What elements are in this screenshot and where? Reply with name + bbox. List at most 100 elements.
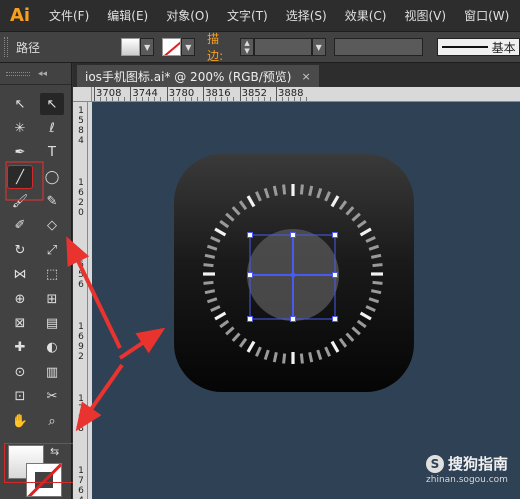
selection-tool[interactable]: ↖ (8, 93, 32, 115)
stroke-weight-spinner[interactable]: ▲ ▼ (240, 38, 254, 56)
brush-definition[interactable]: 基本 (436, 38, 520, 56)
ruler-minor-tick (124, 97, 125, 101)
sogou-logo-icon: S (425, 454, 444, 473)
brush-line-preview (441, 46, 488, 48)
ruler-minor-tick (160, 97, 162, 101)
menu-items: 文件(F) 编辑(E) 对象(O) 文字(T) 选择(S) 效果(C) 视图(V) 窗口(W) (40, 0, 518, 32)
artboard-canvas[interactable] (92, 102, 520, 499)
tools-panel-header[interactable]: ◂◂ (0, 63, 71, 85)
blob-brush-tool[interactable]: ✐ (8, 215, 32, 237)
close-tab-icon[interactable]: × (301, 70, 310, 83)
ruler-minor-tick (257, 97, 259, 101)
menu-item[interactable]: 编辑(E) (98, 0, 157, 32)
watermark: S 搜狗指南 zhinan.sogou.com (425, 453, 508, 485)
clock-tick (204, 253, 216, 259)
ellipse-tool[interactable]: ◯ (40, 166, 64, 188)
ruler-minor-tick (221, 97, 223, 101)
fill-dropdown-arrow[interactable]: ▼ (140, 38, 155, 56)
ruler-minor-tick (215, 97, 217, 101)
tools-panel: ◂◂ ↖ ↖ ✳ ℓ ✒ T ╱ ◯ 🖌 ✎ ✐ ◇ ↻ ⤢ ⋈ ⬚ ⊕ ⊞ ⊠ ▤ ✚ ◐ ⊙ ▥ ⊡ ✂ ✋ ⌕ ⇆ (0, 63, 74, 499)
menu-item[interactable]: 对象(O) (157, 0, 218, 32)
ruler-minor-tick (100, 97, 101, 101)
type-tool[interactable]: T (40, 142, 64, 164)
selection-handle[interactable] (247, 272, 253, 278)
menu-item[interactable]: 文件(F) (40, 0, 98, 32)
ruler-tick (203, 87, 205, 101)
stroke-swatch[interactable] (162, 38, 182, 56)
menu-item[interactable]: 视图(V) (395, 0, 455, 32)
panel-grip[interactable] (4, 37, 8, 57)
stroke-weight-label[interactable]: 描边: (207, 30, 234, 64)
magic-wand-tool[interactable]: ✳ (8, 117, 32, 139)
ruler-minor-tick (172, 97, 174, 101)
document-tab[interactable]: ios手机图标.ai* @ 200% (RGB/预览) × (77, 65, 319, 87)
ruler-minor-tick (154, 97, 156, 101)
rotate-tool[interactable]: ↻ (8, 239, 32, 261)
stroke-dropdown-arrow[interactable]: ▼ (181, 38, 196, 56)
pen-tool[interactable]: ✒ (8, 142, 32, 164)
horizontal-ruler[interactable]: 3708 3744 3780 3816 3852 3888 (92, 87, 520, 102)
ruler-minor-tick (142, 97, 144, 101)
selection-handle[interactable] (290, 232, 296, 238)
selection-handle[interactable] (247, 316, 253, 322)
ruler-minor-tick (148, 97, 150, 101)
ruler-minor-tick (282, 97, 283, 101)
shape-builder-tool[interactable]: ⊕ (8, 288, 32, 310)
selection-handle[interactable] (247, 232, 253, 238)
eyedropper-tool[interactable]: ✚ (8, 337, 32, 359)
width-tool[interactable]: ⋈ (8, 264, 32, 286)
panel-grip-icon (6, 71, 30, 76)
ruler-minor-tick (263, 97, 265, 101)
ruler-tick (94, 87, 95, 101)
clock-tick (272, 351, 278, 363)
clock-tick (282, 184, 287, 195)
clock-tick (203, 263, 214, 268)
hand-tool[interactable]: ✋ (8, 410, 32, 432)
selection-handle[interactable] (332, 272, 338, 278)
fill-swatch[interactable] (121, 38, 141, 56)
zoom-tool[interactable]: ⌕ (40, 410, 64, 432)
selection-handle[interactable] (332, 316, 338, 322)
menu-item[interactable]: 窗口(W) (455, 0, 518, 32)
eraser-tool[interactable]: ◇ (40, 215, 64, 237)
illustrator-window: Ai 文件(F) 编辑(E) 对象(O) 文字(T) 选择(S) 效果(C) 视图(V) 窗口… (0, 0, 520, 499)
menu-bar: Ai 文件(F) 编辑(E) 对象(O) 文字(T) 选择(S) 效果(C) 视图(V) 窗口… (0, 0, 520, 32)
paintbrush-tool[interactable]: 🖌 (8, 191, 32, 213)
slice-tool[interactable]: ✂ (40, 386, 64, 408)
clock-tick (299, 184, 304, 195)
selection-handle[interactable] (290, 316, 296, 322)
clock-tick (272, 185, 278, 197)
pencil-tool[interactable]: ✎ (40, 191, 64, 213)
line-segment-tool[interactable]: ╱ (7, 165, 33, 190)
ruler-minor-tick (190, 97, 192, 101)
ruler-origin[interactable] (73, 87, 92, 102)
vertical-ruler-label: 1764 (78, 466, 84, 499)
free-transform-tool[interactable]: ⬚ (40, 264, 64, 286)
menu-item[interactable]: 效果(C) (336, 0, 396, 32)
artboard-tool[interactable]: ⊡ (8, 386, 32, 408)
collapse-icon[interactable]: ◂◂ (38, 69, 47, 79)
menu-item[interactable]: 文字(T) (218, 0, 277, 32)
gradient-tool[interactable]: ▤ (40, 313, 64, 335)
perspective-grid-tool[interactable]: ⊞ (40, 288, 64, 310)
selection-type-label: 路径 (15, 40, 40, 55)
clock-tick (370, 289, 382, 295)
ruler-minor-tick (136, 97, 138, 101)
variable-width-profile[interactable] (333, 38, 423, 56)
menu-item[interactable]: 选择(S) (277, 0, 336, 32)
stroke-weight-input[interactable] (253, 38, 312, 56)
mesh-tool[interactable]: ⊠ (8, 313, 32, 335)
icon-artwork (174, 154, 414, 392)
symbol-sprayer-tool[interactable]: ⊙ (8, 361, 32, 383)
blend-tool[interactable]: ◐ (40, 337, 64, 359)
column-graph-tool[interactable]: ▥ (40, 361, 64, 383)
lasso-tool[interactable]: ℓ (40, 117, 64, 139)
selection-handle[interactable] (332, 232, 338, 238)
direct-selection-tool[interactable]: ↖ (40, 93, 64, 115)
vertical-ruler-label: 1620 (78, 178, 84, 218)
vertical-ruler[interactable]: 1584 1620 1656 1692 1728 1764 (73, 102, 88, 499)
ruler-minor-tick (196, 97, 198, 101)
stroke-weight-dropdown[interactable]: ▼ (311, 38, 326, 56)
ruler-tick (239, 87, 241, 101)
scale-tool[interactable]: ⤢ (40, 239, 64, 261)
